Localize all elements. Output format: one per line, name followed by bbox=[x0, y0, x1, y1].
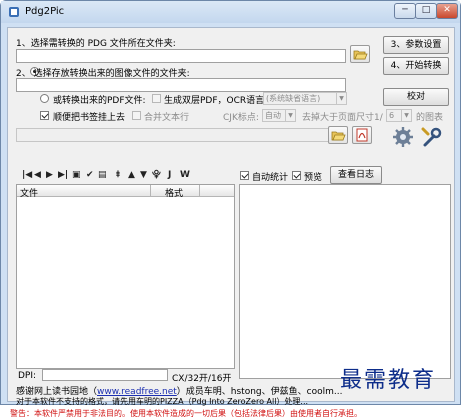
next-icon[interactable]: ▶ bbox=[46, 170, 53, 180]
watermark: 最需教育 bbox=[340, 368, 437, 393]
maximize-button[interactable]: □ bbox=[415, 3, 437, 19]
close-button[interactable]: ✕ bbox=[436, 3, 458, 19]
column-divider bbox=[150, 185, 151, 197]
main-panel: 1、选择需转换的 PDG 文件所在文件夹: 3、参数设置 2、 选择存放转换出来… bbox=[7, 27, 455, 418]
chevron-down-icon: ▼ bbox=[336, 93, 346, 104]
ocr-language-select[interactable]: (系统缺省语言) ▼ bbox=[263, 92, 347, 105]
title-bar: Pdg2Pic ─ □ ✕ bbox=[1, 1, 460, 23]
dual-layer-pdf-checkbox[interactable] bbox=[152, 94, 161, 103]
prev-icon[interactable]: ◀ bbox=[34, 170, 41, 180]
last-icon[interactable]: ▶| bbox=[58, 170, 68, 180]
proofread-button[interactable]: 校对 bbox=[383, 88, 449, 106]
source-browse-button[interactable] bbox=[350, 45, 370, 63]
file-list-header: 文件 格式 bbox=[17, 185, 234, 199]
remove-ratio-select[interactable]: 6 ▼ bbox=[386, 109, 412, 122]
dpi-label: DPI: bbox=[18, 371, 37, 381]
w-icon[interactable]: W bbox=[180, 170, 190, 180]
source-folder-field[interactable] bbox=[16, 49, 346, 63]
move-down-icon[interactable]: ▼ bbox=[140, 170, 147, 180]
pdf-icon bbox=[356, 128, 368, 142]
first-icon[interactable]: |◀ bbox=[22, 170, 32, 180]
move-bottom-icon[interactable]: ⯓ bbox=[152, 170, 161, 180]
preview-checkbox[interactable] bbox=[292, 171, 301, 180]
preview-label: 预览 bbox=[304, 173, 323, 183]
pdf-output-radio[interactable] bbox=[40, 94, 49, 103]
chevron-down-icon: ▼ bbox=[401, 110, 411, 121]
move-top-icon[interactable]: ⯒ bbox=[116, 170, 120, 180]
view-log-button[interactable]: 查看日志 bbox=[330, 166, 382, 184]
pdf-browse-button[interactable] bbox=[328, 126, 348, 144]
remove-graphics-suffix: 的图表 bbox=[416, 113, 444, 123]
j-icon[interactable]: J bbox=[168, 170, 171, 180]
cjk-punct-label: CJK标点: bbox=[223, 113, 259, 123]
list-icon[interactable]: ▤ bbox=[98, 170, 107, 180]
app-icon bbox=[9, 7, 19, 17]
window-title: Pdg2Pic bbox=[25, 6, 65, 17]
auto-stats-checkbox[interactable] bbox=[240, 171, 249, 180]
merge-text-checkbox[interactable] bbox=[132, 111, 141, 120]
format-note: 对于本软件不支持的格式，请先用车明的PIZZA（Pdg Into ZeroZer… bbox=[16, 397, 309, 406]
remove-ratio-value: 6 bbox=[389, 111, 395, 120]
dpi-field bbox=[42, 369, 168, 381]
source-folder-label: 1、选择需转换的 PDG 文件所在文件夹: bbox=[16, 39, 176, 49]
dual-layer-pdf-label: 生成双层PDF，OCR语言: bbox=[164, 96, 268, 106]
cjk-punct-select[interactable]: 自动 ▼ bbox=[262, 109, 296, 122]
cjk-punct-value: 自动 bbox=[265, 111, 281, 120]
select-all-icon[interactable]: ▣ bbox=[72, 170, 81, 180]
wrench-icon[interactable] bbox=[420, 126, 442, 148]
pdf-open-button[interactable] bbox=[352, 126, 372, 144]
app-window: Pdg2Pic ─ □ ✕ 1、选择需转换的 PDG 文件所在文件夹: 3、参数… bbox=[0, 0, 461, 418]
column-header-format[interactable]: 格式 bbox=[165, 186, 183, 199]
start-convert-button[interactable]: 4、开始转换 bbox=[383, 57, 449, 75]
bookmarks-label: 顺便把书签挂上去 bbox=[53, 113, 126, 123]
remove-graphics-label: 去掉大于页面尺寸1/ bbox=[302, 113, 383, 123]
ocr-language-value: (系统缺省语言) bbox=[266, 94, 321, 103]
merge-text-label: 合并文本行 bbox=[144, 113, 190, 123]
pdf-output-label: 或转换出来的PDF文件: bbox=[53, 96, 146, 106]
check-icon[interactable]: ✔ bbox=[86, 170, 94, 180]
minimize-button[interactable]: ─ bbox=[394, 3, 416, 19]
legal-warning: 警告：本软件严禁用于非法目的。使用本软件造成的一切后果（包括法律后果）由使用者自… bbox=[10, 409, 362, 418]
folder-open-icon bbox=[331, 131, 346, 141]
auto-stats-label: 自动统计 bbox=[252, 173, 289, 183]
chevron-down-icon: ▼ bbox=[285, 110, 295, 121]
file-list[interactable]: 文件 格式 bbox=[16, 184, 235, 369]
settings-button[interactable]: 3、参数设置 bbox=[383, 36, 449, 54]
folder-open-icon bbox=[353, 50, 368, 60]
column-header-file[interactable]: 文件 bbox=[20, 186, 38, 199]
output-folder-field[interactable] bbox=[16, 78, 346, 92]
page-size-label: CX/32开/16开 bbox=[172, 374, 232, 384]
pdf-output-field[interactable] bbox=[16, 128, 346, 142]
preview-pane bbox=[239, 184, 451, 379]
column-divider bbox=[199, 185, 200, 197]
gear-icon[interactable] bbox=[392, 126, 414, 148]
move-up-icon[interactable]: ▲ bbox=[128, 170, 135, 180]
bookmarks-checkbox[interactable] bbox=[40, 111, 49, 120]
